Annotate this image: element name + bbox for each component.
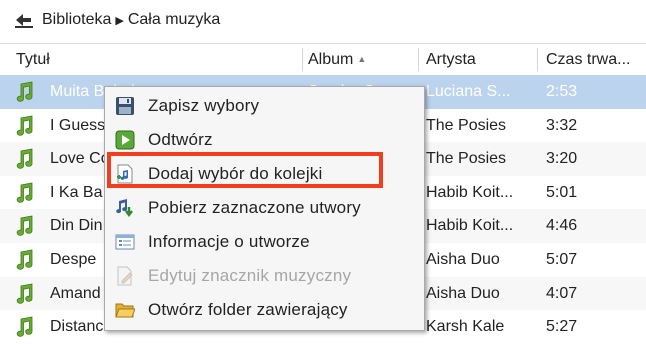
menu-item-label: Edytuj znacznik muzyczny <box>148 266 352 285</box>
track-artist: The Posies <box>426 116 507 134</box>
music-note-icon <box>14 249 36 271</box>
breadcrumb-separator-icon: ▶ <box>115 14 124 27</box>
menu-item-download-selected[interactable]: Pobierz zaznaczone utwory <box>105 191 424 225</box>
track-artist: Aisha Duo <box>426 250 500 268</box>
context-menu: Zapisz wybory Odtwórz Dodaj wybór do kol… <box>104 86 425 331</box>
menu-item-label: Zapisz wybory <box>148 96 260 115</box>
track-duration: 3:20 <box>546 150 578 168</box>
track-duration: 2:53 <box>546 83 578 100</box>
track-artist: Karsh Kale <box>426 318 505 336</box>
breadcrumb: Biblioteka ▶ Cała muzyka <box>0 0 646 40</box>
music-note-icon <box>14 115 36 137</box>
track-duration: 5:07 <box>546 250 578 268</box>
download-icon <box>114 197 136 219</box>
track-artist: Habib Koit... <box>426 183 514 201</box>
info-icon <box>114 231 136 253</box>
annotation-highlight-box <box>107 152 383 188</box>
track-artist: Luciana S... <box>426 83 511 100</box>
menu-item-label: Odtwórz <box>148 130 213 149</box>
track-artist: Habib Koit... <box>426 217 514 235</box>
music-note-icon <box>14 182 36 204</box>
column-header-album-label: Album <box>308 51 354 68</box>
column-header-artist[interactable]: Artysta <box>420 44 535 75</box>
column-header-album[interactable]: Album ▲ <box>302 44 417 75</box>
save-icon <box>114 95 136 117</box>
sort-ascending-icon: ▲ <box>357 54 367 65</box>
track-duration: 3:32 <box>546 116 578 134</box>
menu-item-label: Otwórz folder zawierający <box>148 300 348 319</box>
menu-item-track-info[interactable]: Informacje o utworze <box>105 225 424 259</box>
music-note-icon <box>14 283 36 305</box>
folder-icon <box>114 299 136 321</box>
breadcrumb-current: Cała muzyka <box>127 11 221 28</box>
column-divider[interactable] <box>537 48 538 71</box>
track-duration: 4:07 <box>546 284 578 302</box>
column-divider[interactable] <box>418 48 419 71</box>
track-artist: Aisha Duo <box>426 284 500 302</box>
edit-tag-icon <box>114 265 136 287</box>
track-duration: 5:27 <box>546 318 578 336</box>
menu-item-open-containing-folder[interactable]: Otwórz folder zawierający <box>105 293 424 327</box>
menu-item-label: Pobierz zaznaczone utwory <box>148 198 361 217</box>
track-duration: 4:46 <box>546 217 578 235</box>
column-header-title[interactable]: Tytuł <box>10 44 300 75</box>
breadcrumb-root[interactable]: Biblioteka <box>42 11 111 29</box>
music-note-icon <box>14 81 36 103</box>
menu-item-edit-music-tag: Edytuj znacznik muzyczny <box>105 259 424 293</box>
play-icon <box>114 129 136 151</box>
menu-item-label: Informacje o utworze <box>148 232 310 251</box>
music-note-icon <box>14 215 36 237</box>
column-header: Tytuł Album ▲ Artysta Czas trwa... <box>0 43 646 76</box>
music-note-icon <box>14 316 36 338</box>
track-duration: 5:01 <box>546 183 578 201</box>
menu-item-save-selection[interactable]: Zapisz wybory <box>105 89 424 123</box>
track-artist: The Posies <box>426 150 507 168</box>
music-note-icon <box>14 148 36 170</box>
up-arrow-icon[interactable] <box>14 10 34 30</box>
column-header-duration[interactable]: Czas trwa... <box>540 44 646 75</box>
